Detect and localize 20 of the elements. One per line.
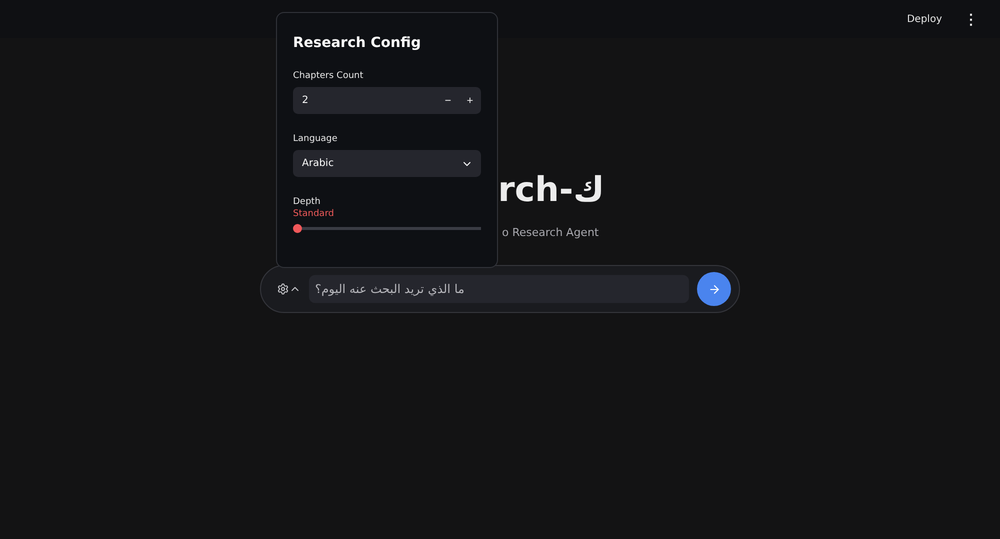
chat-input[interactable]: ما الذي تريد البحث عنه اليوم؟ xyxy=(309,275,689,303)
deploy-button[interactable]: Deploy xyxy=(902,10,946,28)
language-select[interactable]: Arabic xyxy=(293,150,481,177)
page-subtitle: o Research Agent xyxy=(502,226,599,239)
field-label: Chapters Count xyxy=(293,71,364,81)
page-title: rch-ك xyxy=(498,169,604,212)
menu-button[interactable]: ⋮ xyxy=(960,11,982,27)
number-input[interactable]: 2 − + xyxy=(293,87,481,114)
field-label: Depth xyxy=(293,197,322,207)
decrement-button[interactable]: − xyxy=(437,94,459,106)
send-button[interactable] xyxy=(697,272,731,306)
slider-value: Standard xyxy=(293,209,335,219)
increment-button[interactable]: + xyxy=(459,94,481,106)
field-label: Language xyxy=(293,134,338,144)
popover-title: Research Config xyxy=(293,35,422,51)
depth-slider[interactable] xyxy=(293,224,481,233)
settings-icon xyxy=(277,283,289,295)
arrow-right-icon xyxy=(708,282,720,296)
settings-button[interactable] xyxy=(277,283,301,295)
slider-thumb[interactable] xyxy=(293,224,302,233)
